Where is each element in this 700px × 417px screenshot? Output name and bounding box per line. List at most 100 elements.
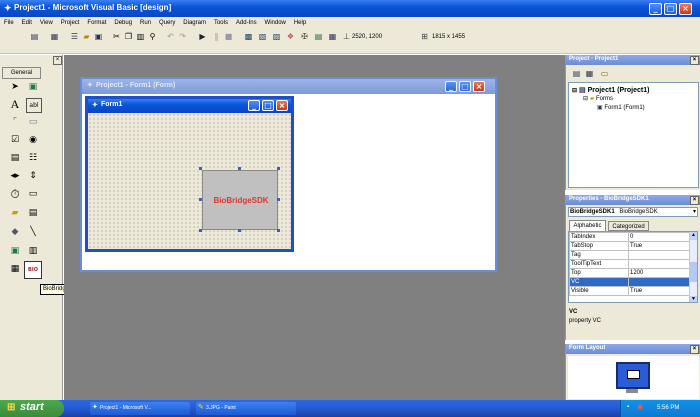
undo-icon[interactable]: ↶ xyxy=(166,32,175,41)
ole-tool-icon[interactable]: ▦ xyxy=(8,263,22,276)
resize-handle-n[interactable] xyxy=(238,167,241,170)
object-browser-icon[interactable]: ❖ xyxy=(286,32,295,41)
minimize-button[interactable]: _ xyxy=(649,3,662,15)
collapse-icon[interactable]: ⊟ xyxy=(572,88,577,94)
biobridgesdk-tool-icon[interactable]: BIO xyxy=(24,261,42,279)
combobox-tool-icon[interactable]: ▤ xyxy=(8,152,22,165)
property-value[interactable]: True xyxy=(628,286,691,296)
optionbutton-tool-icon[interactable]: ◉ xyxy=(26,134,40,147)
property-row[interactable]: Top 1200 xyxy=(569,268,691,278)
data-tool-icon[interactable]: ▥ xyxy=(26,245,40,258)
drivelistbox-tool-icon[interactable]: ▭ xyxy=(26,188,40,201)
start-button[interactable]: ⊞ start xyxy=(0,400,64,417)
resize-handle-e[interactable] xyxy=(277,198,280,201)
menu-project[interactable]: Project xyxy=(61,20,80,26)
resize-handle-nw[interactable] xyxy=(199,167,202,170)
toolbox-icon[interactable]: ✠ xyxy=(300,32,309,41)
textbox-tool-icon[interactable]: abl xyxy=(26,98,42,113)
open-icon[interactable]: ▰ xyxy=(82,32,91,41)
app-title-bar[interactable]: ✦ Project1 - Microsoft Visual Basic [des… xyxy=(0,0,700,17)
tree-form1-node[interactable]: ▣ Form1 (Form1) xyxy=(597,104,645,111)
view-object-icon[interactable]: ▦ xyxy=(585,69,594,78)
tree-forms-node[interactable]: ⊟ ▰ Forms xyxy=(583,95,613,102)
end-icon[interactable]: ■ xyxy=(224,32,233,41)
component-manager-icon[interactable]: ▦ xyxy=(328,32,337,41)
menu-add-ins[interactable]: Add-Ins xyxy=(236,20,257,26)
hscrollbar-tool-icon[interactable]: ◂▸ xyxy=(8,170,22,183)
tray-network-icon[interactable]: ▪ xyxy=(627,404,629,410)
taskbar-item-paint[interactable]: ✎ 3.JPG - Paint xyxy=(196,402,296,415)
picturebox-tool-icon[interactable]: ▣ xyxy=(26,81,40,94)
label-tool-icon[interactable]: A xyxy=(8,98,22,111)
close-button[interactable]: × xyxy=(679,3,692,15)
project-explorer-icon[interactable]: ▩ xyxy=(244,32,253,41)
dirlistbox-tool-icon[interactable]: ▰ xyxy=(8,207,22,220)
menu-edit[interactable]: Edit xyxy=(22,20,32,26)
toolbox-close-button[interactable]: × xyxy=(53,56,62,65)
scroll-up-icon[interactable]: ▲ xyxy=(690,232,697,240)
resize-handle-s[interactable] xyxy=(238,229,241,232)
shape-tool-icon[interactable]: ◆ xyxy=(8,226,22,239)
properties-window-icon[interactable]: ▧ xyxy=(258,32,267,41)
start-icon[interactable]: ▶ xyxy=(198,32,207,41)
menu-file[interactable]: File xyxy=(4,20,14,26)
menu-diagram[interactable]: Diagram xyxy=(183,20,206,26)
tab-alphabetic[interactable]: Alphabetic xyxy=(569,220,606,231)
form1-close-button[interactable]: × xyxy=(276,100,288,111)
scroll-down-icon[interactable]: ▼ xyxy=(690,296,697,302)
redo-icon[interactable]: ↷ xyxy=(178,32,187,41)
property-value[interactable] xyxy=(628,250,691,260)
properties-title-bar[interactable]: Properties - BioBridgeSDK1 × xyxy=(566,195,700,205)
property-row[interactable]: TabStop True xyxy=(569,241,691,251)
biobridgesdk-control[interactable]: BioBridgeSDK xyxy=(202,170,278,230)
vscrollbar-tool-icon[interactable]: ⇕ xyxy=(26,170,40,183)
data-view-icon[interactable]: ▤ xyxy=(314,32,323,41)
view-code-icon[interactable]: ▤ xyxy=(572,69,581,78)
form1-title-bar[interactable]: ✦ Form1 _ □ × xyxy=(88,99,291,113)
form-designer-title-bar[interactable]: ✦ Project1 - Form1 (Form) _ □ × xyxy=(82,79,495,94)
toggle-folders-icon[interactable]: ▭ xyxy=(600,69,609,78)
menu-view[interactable]: View xyxy=(40,20,53,26)
toolbox-general-tab[interactable]: General xyxy=(2,67,41,79)
menu-query[interactable]: Query xyxy=(159,20,175,26)
form-layout-close-button[interactable]: × xyxy=(690,345,699,354)
object-selector[interactable]: BioBridgeSDK1 BioBridgeSDK ▾ xyxy=(568,207,698,217)
form1-minimize-button[interactable]: _ xyxy=(248,100,260,111)
resize-handle-se[interactable] xyxy=(277,229,280,232)
property-value[interactable]: 1200 xyxy=(628,268,691,278)
form-layout-icon[interactable]: ▨ xyxy=(272,32,281,41)
image-tool-icon[interactable]: ▣ xyxy=(8,245,22,258)
menu-editor-icon[interactable]: ☰ xyxy=(70,32,79,41)
property-value[interactable] xyxy=(628,277,691,287)
filelistbox-tool-icon[interactable]: ▤ xyxy=(26,207,40,220)
properties-close-button[interactable]: × xyxy=(690,196,699,205)
property-row[interactable]: Tag xyxy=(569,250,691,260)
property-scrollbar[interactable]: ▲ ▼ xyxy=(689,232,697,302)
timer-tool-icon[interactable]: ⏱ xyxy=(8,188,22,201)
form1-window[interactable]: ✦ Form1 _ □ × BioBridgeSDK xyxy=(85,96,294,252)
pointer-tool-icon[interactable]: ➤ xyxy=(8,81,22,94)
designer-maximize-button[interactable]: □ xyxy=(459,81,471,92)
break-icon[interactable]: ‖ xyxy=(212,32,221,41)
form-position-preview[interactable] xyxy=(627,370,640,379)
form1-maximize-button[interactable]: □ xyxy=(262,100,274,111)
add-form-icon[interactable]: ▦ xyxy=(50,32,59,41)
project-explorer-close-button[interactable]: × xyxy=(690,56,699,65)
property-row-selected[interactable]: VC xyxy=(569,277,691,287)
find-icon[interactable]: ⚲ xyxy=(148,32,157,41)
property-value[interactable]: 0 xyxy=(628,232,691,242)
designer-close-button[interactable]: × xyxy=(473,81,485,92)
listbox-tool-icon[interactable]: ☷ xyxy=(26,152,40,165)
menu-window[interactable]: Window xyxy=(265,20,286,26)
menu-debug[interactable]: Debug xyxy=(114,20,132,26)
line-tool-icon[interactable]: ╲ xyxy=(26,226,40,239)
maximize-button[interactable]: □ xyxy=(664,3,677,15)
property-row[interactable]: ToolTipText xyxy=(569,259,691,269)
tab-categorized[interactable]: Categorized xyxy=(608,221,649,231)
frame-tool-icon[interactable]: ⌜ xyxy=(8,116,22,129)
taskbar-item-vb[interactable]: ✦ Project1 - Microsoft V... xyxy=(90,402,190,415)
tray-volume-icon[interactable]: ◉ xyxy=(637,403,643,411)
menu-format[interactable]: Format xyxy=(87,20,106,26)
tree-project-node[interactable]: ⊟ ▤ Project1 (Project1) xyxy=(572,86,649,94)
property-row[interactable]: TabIndex 0 xyxy=(569,232,691,242)
